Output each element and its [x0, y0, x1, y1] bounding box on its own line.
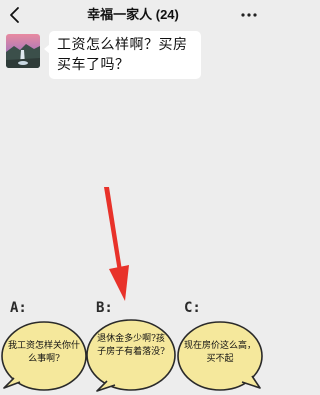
sender-avatar[interactable] [6, 34, 40, 68]
red-arrow-icon [104, 187, 129, 301]
more-dots-icon[interactable] [240, 11, 258, 19]
message-text: 工资怎么样啊？买房买车了吗？ [57, 37, 188, 73]
option-a-label: A: [10, 300, 27, 316]
top-bar: 幸福一家人 (24) [0, 0, 266, 30]
chevron-left-icon[interactable] [6, 5, 26, 25]
landscape-avatar [6, 34, 40, 68]
option-a-text: 我工资怎样关你什么事啊? [8, 341, 81, 364]
message-bubble[interactable]: 工资怎么样啊？买房买车了吗？ [49, 31, 201, 79]
option-b-text: 退休金多少啊?孩子房子有着落没? [97, 334, 165, 357]
option-b-label: B: [96, 300, 113, 316]
answer-options: A: 我工资怎样关你什么事啊? B: 退休金多少啊?孩子房子有着落没? C: 现… [0, 300, 266, 395]
option-c-text: 现在房价这么高，买不起 [184, 341, 257, 364]
chat-title: 幸福一家人 (24) [87, 7, 179, 22]
option-c-label: C: [184, 300, 201, 316]
